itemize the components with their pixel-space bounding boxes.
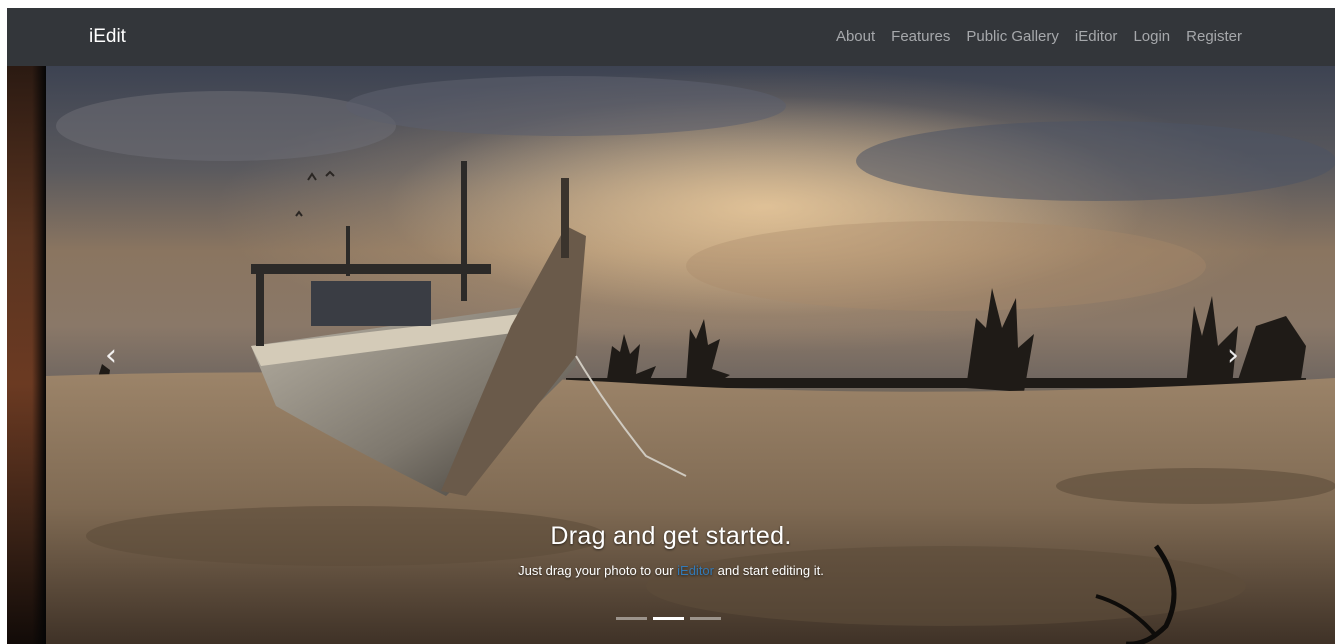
nav-link-about[interactable]: About [836,28,875,45]
carousel-next-control[interactable]: › [1213,336,1253,376]
brand-logo-link[interactable]: iEdit [89,26,126,48]
nav-link-public-gallery[interactable]: Public Gallery [966,28,1059,45]
caption-text-before: Just drag your photo to our [518,563,678,578]
caption-text-after: and start editing it. [714,563,824,578]
nav-link-ieditor[interactable]: iEditor [1075,28,1118,45]
nav-link-features[interactable]: Features [891,28,950,45]
chevron-left-icon: ‹ [105,338,117,373]
chevron-right-icon: › [1227,338,1239,373]
caption-ieditor-link[interactable]: iEditor [677,563,714,578]
carousel-indicator-1[interactable] [616,617,647,620]
caption-title: Drag and get started. [550,522,792,550]
carousel-indicator-2[interactable] [653,617,684,620]
nav-link-register[interactable]: Register [1186,28,1242,45]
carousel-caption: Drag and get started. Just drag your pho… [7,522,1335,578]
nav-links: About Features Public Gallery iEditor Lo… [820,28,1242,45]
carousel-prev-control[interactable]: ‹ [91,336,131,376]
top-navbar: iEdit About Features Public Gallery iEdi… [7,8,1335,66]
carousel-indicators [616,617,721,620]
hero-carousel: ‹ › Drag and get started. Just drag your… [7,66,1335,644]
carousel-indicator-3[interactable] [690,617,721,620]
page-top-margin [0,0,1335,8]
caption-text: Just drag your photo to our iEditor and … [7,563,1335,578]
nav-link-login[interactable]: Login [1133,28,1170,45]
